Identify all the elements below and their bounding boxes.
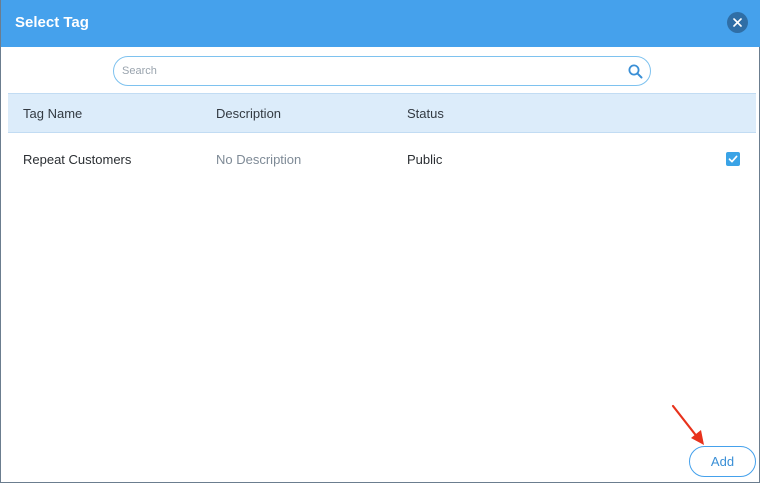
select-tag-dialog: Select Tag Tag Name Description Status R…: [0, 0, 760, 483]
column-header-tag-name[interactable]: Tag Name: [23, 106, 82, 121]
search-input[interactable]: [122, 61, 612, 81]
column-header-status[interactable]: Status: [407, 106, 444, 121]
row-select-checkbox[interactable]: [726, 152, 740, 166]
add-button[interactable]: Add: [689, 446, 756, 477]
dialog-header: Select Tag: [1, 0, 760, 47]
close-button[interactable]: [727, 12, 748, 33]
cell-description: No Description: [216, 152, 302, 167]
cell-status: Public: [407, 152, 443, 167]
checkmark-icon: [728, 155, 738, 163]
table-header: Tag Name Description Status: [8, 93, 756, 133]
search-box: [113, 56, 651, 86]
table-row[interactable]: Repeat Customers No Description Public: [8, 134, 756, 184]
column-header-description[interactable]: Description: [216, 106, 281, 121]
search-icon[interactable]: [628, 64, 643, 79]
dialog-title: Select Tag: [15, 14, 89, 31]
cell-tag-name: Repeat Customers: [23, 152, 132, 167]
close-icon: [733, 18, 742, 27]
annotation-arrow-icon: [671, 404, 704, 445]
